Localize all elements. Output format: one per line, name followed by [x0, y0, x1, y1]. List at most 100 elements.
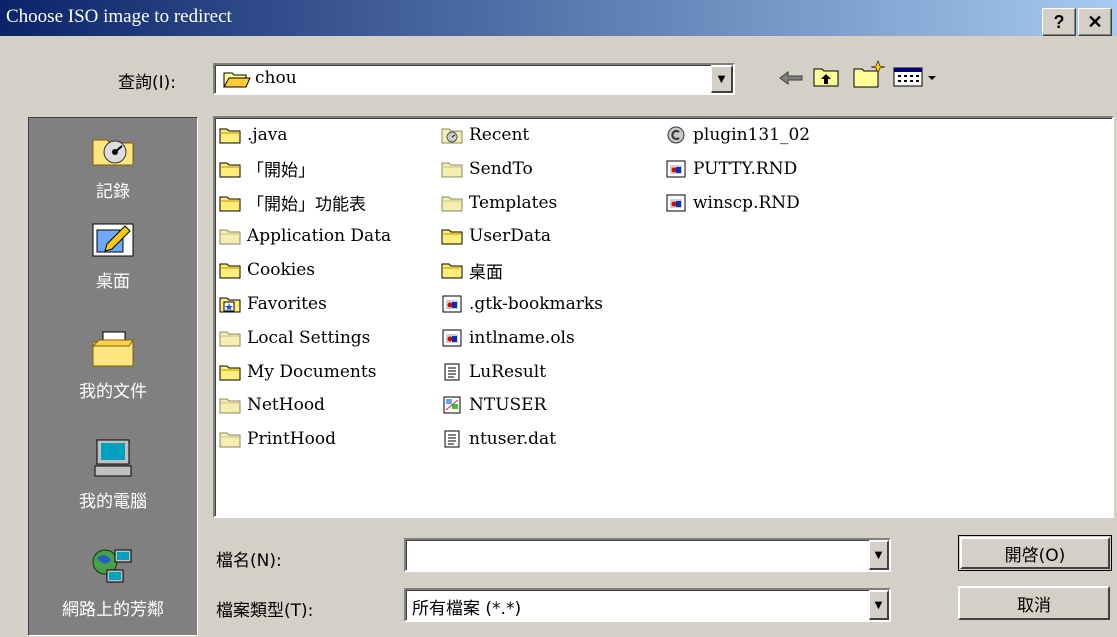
folder-icon — [219, 430, 241, 448]
file-item[interactable]: NTUSER — [441, 393, 546, 417]
look-in-label: 查詢(I): — [118, 73, 177, 93]
view-menu-icon — [893, 67, 936, 87]
file-item[interactable]: NetHood — [219, 393, 325, 417]
folder-icon — [219, 194, 241, 212]
file-name: plugin131_02 — [693, 125, 811, 145]
plugin-icon — [665, 126, 687, 144]
filename-label: 檔名(N): — [216, 551, 282, 571]
folder-icon — [441, 160, 463, 178]
open-button-face: 開啓(O) — [960, 537, 1110, 569]
chevron-down-icon: ▼ — [874, 599, 883, 611]
file-item[interactable]: PUTTY.RND — [665, 157, 797, 181]
file-name: Favorites — [247, 294, 327, 314]
file-name: Templates — [469, 192, 558, 213]
recent-folder-icon — [441, 126, 463, 144]
file-name: NTUSER — [469, 395, 547, 416]
help-icon: ? — [1053, 11, 1065, 32]
file-name: Application Data — [247, 226, 392, 247]
file-name: UserData — [469, 226, 551, 247]
look-in-dropdown-button[interactable]: ▼ — [711, 65, 733, 93]
file-item[interactable]: Recent — [441, 123, 529, 147]
my-computer-icon — [94, 439, 132, 477]
registry-file-icon — [441, 396, 463, 414]
filetype-label: 檔案類型(T): — [216, 601, 314, 621]
place-my-documents[interactable]: 我的文件 — [29, 328, 197, 402]
folder-icon — [219, 261, 241, 279]
file-item[interactable]: My Documents — [219, 360, 376, 384]
file-item[interactable]: LuResult — [441, 360, 546, 384]
look-in-combo[interactable]: chou ▼ — [213, 63, 735, 95]
file-item[interactable]: SendTo — [441, 157, 533, 181]
file-item[interactable]: .java — [219, 123, 288, 147]
file-item[interactable]: Cookies — [219, 258, 315, 282]
file-item[interactable]: 「開始」功能表 — [219, 191, 366, 215]
place-history-label: 記錄 — [96, 182, 130, 202]
file-item[interactable]: .gtk-bookmarks — [441, 292, 603, 316]
cancel-button[interactable]: 取消 — [958, 586, 1110, 620]
close-icon: ✕ — [1087, 11, 1103, 32]
folder-icon — [441, 227, 463, 245]
filetype-dropdown-button[interactable]: ▼ — [869, 590, 889, 620]
history-icon — [92, 139, 134, 166]
window-title: Choose ISO image to redirect — [6, 6, 232, 27]
file-name: NetHood — [247, 395, 325, 416]
file-name: winscp.RND — [693, 192, 800, 213]
file-item[interactable]: Local Settings — [219, 326, 370, 350]
place-desktop[interactable]: 桌面 — [29, 218, 197, 292]
text-file-icon — [441, 363, 463, 381]
file-item[interactable]: Application Data — [219, 224, 391, 248]
file-item[interactable]: UserData — [441, 224, 551, 248]
places-bar: 記錄 桌面 我的文件 我的電腦 網路上的芳鄰 — [28, 117, 198, 636]
place-history[interactable]: 記錄 — [29, 128, 197, 202]
file-item[interactable]: Favorites — [219, 292, 327, 316]
chevron-down-icon: ▼ — [874, 549, 883, 561]
up-folder-icon[interactable] — [812, 64, 840, 88]
place-my-documents-label: 我的文件 — [79, 382, 147, 402]
file-name: .gtk-bookmarks — [469, 294, 603, 314]
file-name: .java — [247, 125, 288, 145]
desktop-icon — [92, 223, 134, 257]
favorites-folder-icon — [219, 295, 241, 313]
file-item[interactable]: intlname.ols — [441, 326, 575, 350]
file-list[interactable]: .java 「開始」「開始」功能表 Application Data Cookies F… — [213, 116, 1114, 518]
filename-input[interactable]: ▼ — [404, 538, 891, 572]
place-desktop-label: 桌面 — [96, 272, 130, 292]
file-item[interactable]: ntuser.dat — [441, 427, 556, 451]
file-name: Local Settings — [247, 327, 371, 348]
folder-icon — [219, 227, 241, 245]
file-item[interactable]: 桌面 — [441, 258, 503, 283]
back-arrow-icon[interactable] — [778, 68, 804, 88]
file-name: LuResult — [469, 361, 547, 382]
network-places-icon — [92, 549, 132, 583]
file-name: PUTTY.RND — [693, 158, 798, 179]
file-item[interactable]: 「開始」 — [219, 157, 315, 181]
folder-icon — [219, 363, 241, 381]
file-name: intlname.ols — [469, 327, 575, 348]
close-button[interactable]: ✕ — [1078, 8, 1112, 36]
view-menu-button[interactable] — [892, 66, 948, 88]
file-icon — [665, 194, 687, 212]
filename-dropdown-button[interactable]: ▼ — [869, 540, 889, 570]
file-name: 桌面 — [469, 262, 503, 283]
help-button[interactable]: ? — [1042, 8, 1076, 36]
folder-icon — [441, 261, 463, 279]
open-button-label: 開啓(O) — [1004, 545, 1066, 566]
filetype-select[interactable]: 所有檔案 (*.*) ▼ — [404, 588, 891, 622]
place-network-label: 網路上的芳鄰 — [62, 600, 164, 620]
file-item[interactable]: PrintHood — [219, 427, 336, 451]
open-button[interactable]: 開啓(O) — [958, 535, 1112, 571]
folder-icon — [219, 126, 241, 144]
file-icon — [441, 329, 463, 347]
filetype-value: 所有檔案 (*.*) — [412, 599, 522, 619]
file-item[interactable]: Templates — [441, 191, 557, 215]
place-network[interactable]: 網路上的芳鄰 — [29, 546, 197, 620]
folder-icon — [219, 329, 241, 347]
file-item[interactable]: winscp.RND — [665, 191, 800, 215]
file-icon — [665, 160, 687, 178]
my-documents-icon — [91, 331, 134, 367]
new-folder-icon[interactable] — [852, 60, 886, 90]
open-folder-icon — [223, 72, 251, 88]
file-item[interactable]: plugin131_02 — [665, 123, 810, 147]
look-in-value: chou — [255, 68, 297, 88]
place-my-computer[interactable]: 我的電腦 — [29, 438, 197, 512]
